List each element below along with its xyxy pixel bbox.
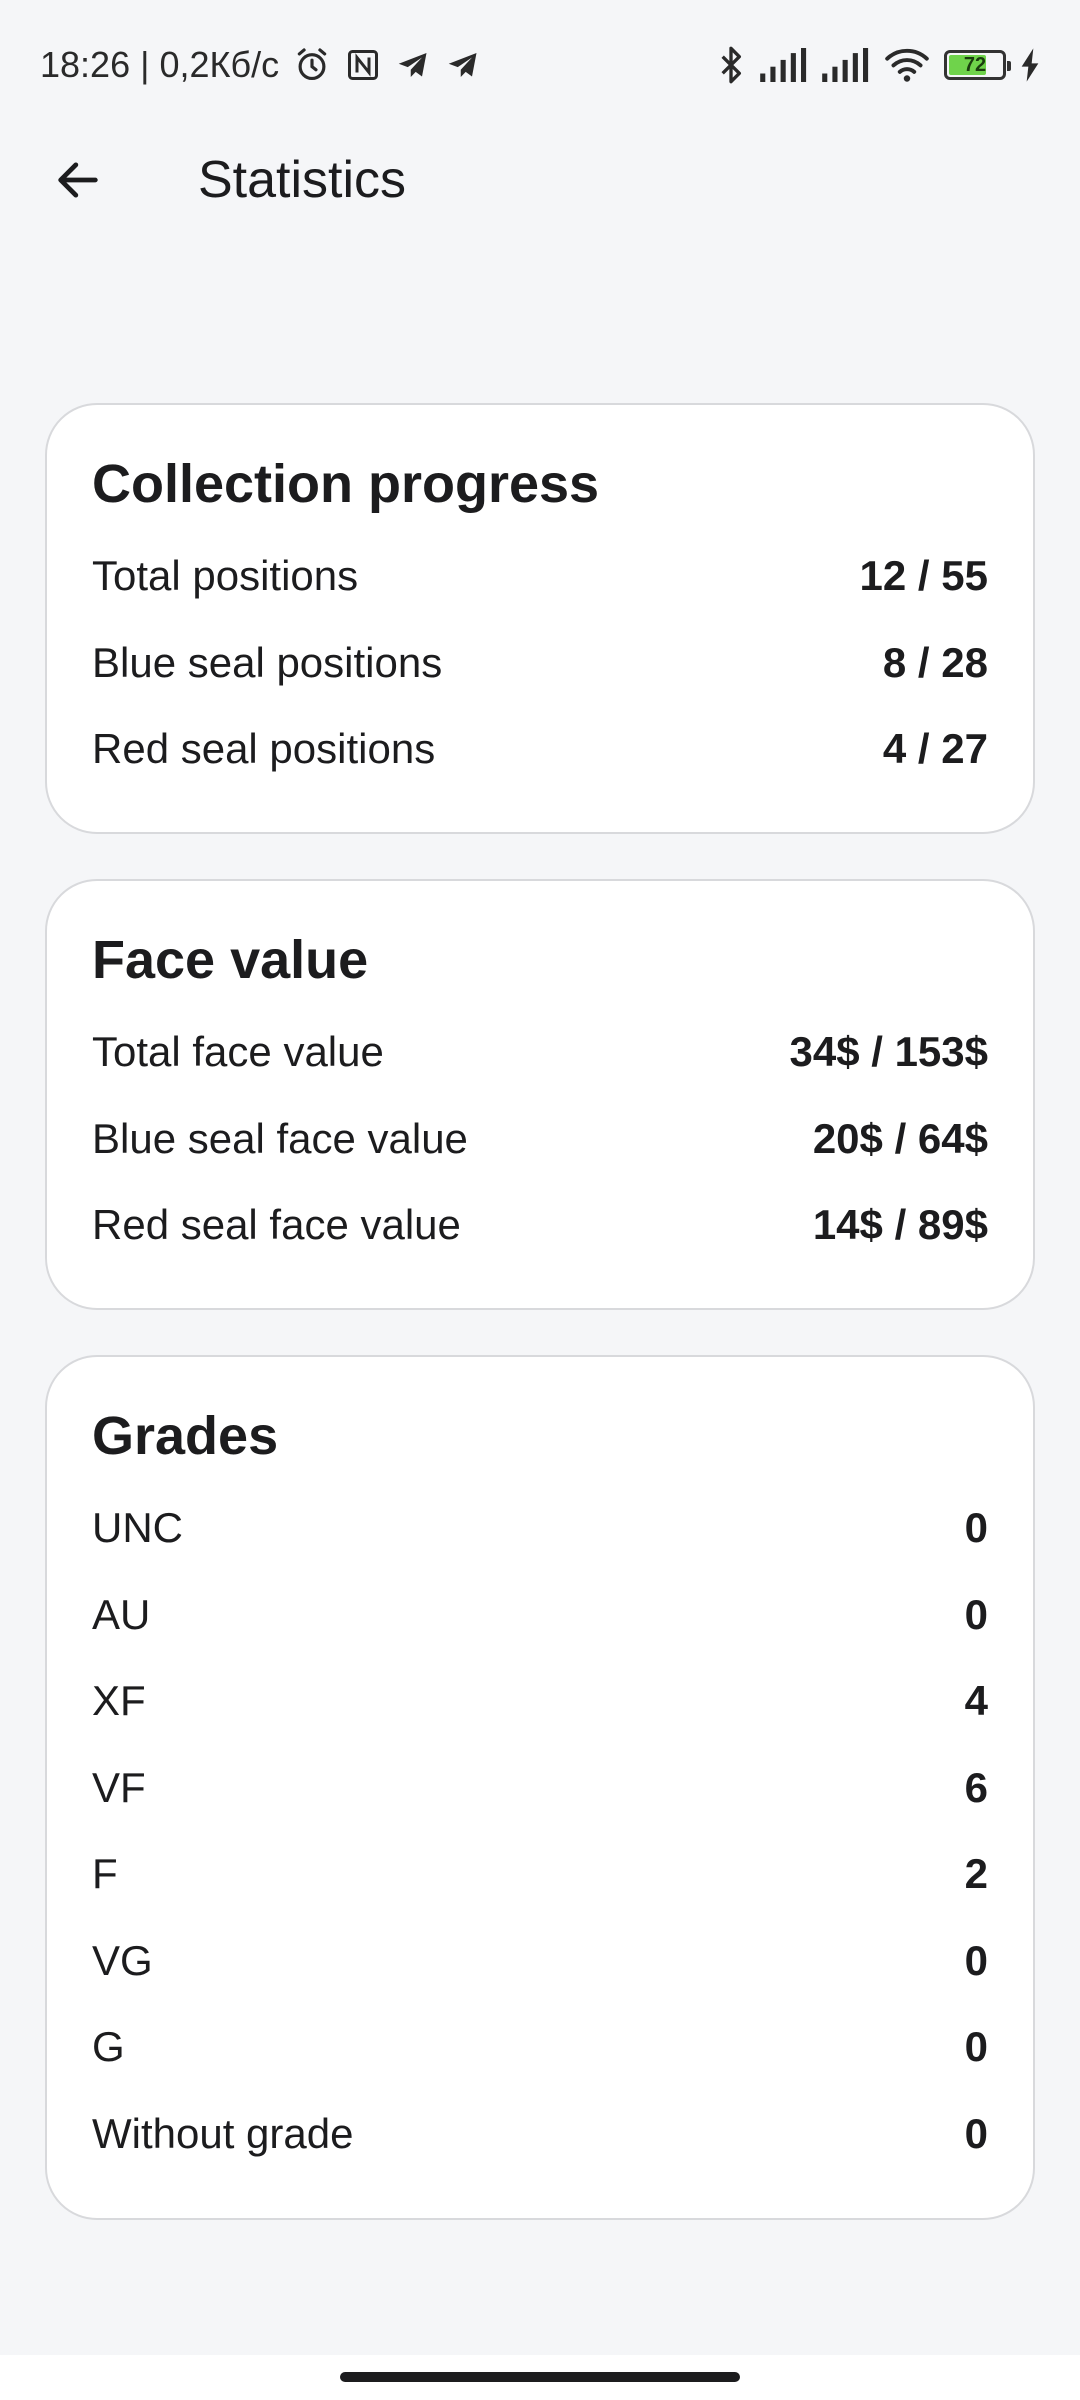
stat-value: 20$ / 64$ bbox=[812, 1114, 988, 1162]
nfc-icon bbox=[345, 47, 381, 83]
signal-icon bbox=[822, 48, 870, 82]
grade-label: VF bbox=[92, 1763, 146, 1811]
card-title: Face value bbox=[92, 930, 369, 990]
stat-label: Blue seal face value bbox=[92, 1114, 468, 1162]
grade-row: Without grade 0 bbox=[92, 2091, 988, 2178]
grade-row: G 0 bbox=[92, 2004, 988, 2091]
grade-row: AU 0 bbox=[92, 1572, 988, 1659]
status-right: 72 bbox=[716, 45, 1040, 85]
grades-card: Grades UNC 0 AU 0 XF 4 VF 6 F 2 VG 0 G 0… bbox=[45, 1355, 1035, 2220]
grade-count: 2 bbox=[964, 1850, 988, 1898]
stat-value: 4 / 27 bbox=[882, 725, 988, 773]
grade-count: 0 bbox=[964, 1590, 988, 1638]
card-title: Collection progress bbox=[92, 454, 600, 514]
stat-row: Blue seal face value 20$ / 64$ bbox=[92, 1096, 988, 1183]
wifi-icon bbox=[884, 47, 930, 83]
alarm-icon bbox=[293, 46, 331, 84]
grade-count: 4 bbox=[964, 1677, 988, 1725]
back-button[interactable] bbox=[28, 130, 128, 230]
grade-count: 6 bbox=[964, 1763, 988, 1811]
stat-row: Total positions 12 / 55 bbox=[92, 533, 988, 620]
grade-row: VF 6 bbox=[92, 1745, 988, 1832]
charging-icon bbox=[1020, 48, 1040, 82]
page-title: Statistics bbox=[198, 151, 407, 209]
grade-count: 0 bbox=[964, 2023, 988, 2071]
stat-label: Total face value bbox=[92, 1028, 384, 1076]
grade-label: G bbox=[92, 2023, 125, 2071]
grade-label: AU bbox=[92, 1590, 151, 1638]
battery-level: 72 bbox=[963, 53, 987, 76]
grade-row: XF 4 bbox=[92, 1658, 988, 1745]
grade-label: VG bbox=[92, 1936, 153, 1984]
stat-row: Red seal positions 4 / 27 bbox=[92, 706, 988, 793]
grade-count: 0 bbox=[964, 1504, 988, 1552]
stat-row: Blue seal positions 8 / 28 bbox=[92, 620, 988, 707]
stat-label: Red seal positions bbox=[92, 725, 436, 773]
grade-count: 0 bbox=[964, 1936, 988, 1984]
stat-value: 8 / 28 bbox=[882, 638, 988, 686]
collection-progress-card: Collection progress Total positions 12 /… bbox=[45, 403, 1035, 834]
home-indicator[interactable] bbox=[340, 2372, 740, 2382]
stat-value: 14$ / 89$ bbox=[812, 1201, 988, 1249]
signal-icon bbox=[760, 48, 808, 82]
stat-label: Red seal face value bbox=[92, 1201, 461, 1249]
telegram-icon bbox=[395, 47, 431, 83]
grade-label: F bbox=[92, 1850, 118, 1898]
grade-row: F 2 bbox=[92, 1831, 988, 1918]
stat-label: Blue seal positions bbox=[92, 638, 443, 686]
status-bar: 18:26 | 0,2Кб/с 72 bbox=[0, 0, 1080, 130]
grade-count: 0 bbox=[964, 2109, 988, 2157]
grade-row: UNC 0 bbox=[92, 1485, 988, 1572]
stat-row: Total face value 34$ / 153$ bbox=[92, 1009, 988, 1096]
card-title: Grades bbox=[92, 1406, 279, 1466]
stat-label: Total positions bbox=[92, 552, 359, 600]
bluetooth-icon bbox=[716, 45, 746, 85]
face-value-card: Face value Total face value 34$ / 153$ B… bbox=[45, 879, 1035, 1310]
status-left: 18:26 | 0,2Кб/с bbox=[40, 44, 481, 86]
grade-label: XF bbox=[92, 1677, 146, 1725]
arrow-left-icon bbox=[58, 162, 98, 198]
stat-value: 34$ / 153$ bbox=[789, 1028, 988, 1076]
grade-label: Without grade bbox=[92, 2109, 354, 2157]
stat-row: Red seal face value 14$ / 89$ bbox=[92, 1182, 988, 1269]
status-time-speed: 18:26 | 0,2Кб/с bbox=[40, 44, 280, 85]
app-bar: Statistics bbox=[0, 130, 1080, 230]
stat-value: 12 / 55 bbox=[859, 552, 988, 600]
grade-row: VG 0 bbox=[92, 1918, 988, 2005]
grade-label: UNC bbox=[92, 1504, 183, 1552]
battery-icon: 72 bbox=[944, 50, 1011, 80]
telegram-icon bbox=[445, 47, 481, 83]
